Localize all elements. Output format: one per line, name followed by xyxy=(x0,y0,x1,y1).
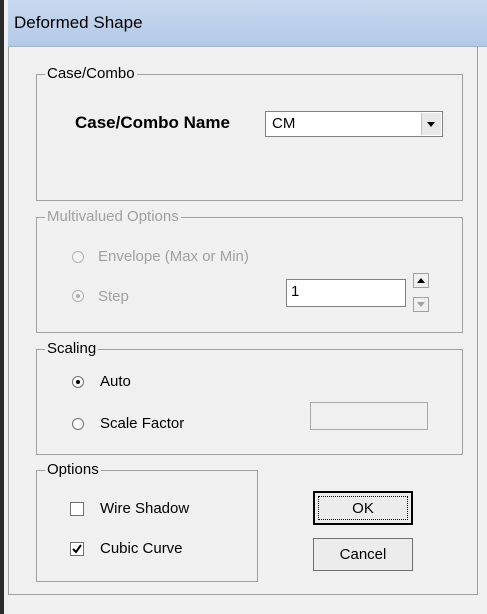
step-label: Step xyxy=(98,288,129,305)
auto-label: Auto xyxy=(100,373,131,390)
dropdown-arrow-button[interactable] xyxy=(421,113,441,135)
case-combo-name-dropdown[interactable]: CM xyxy=(265,111,443,137)
options-group: Options xyxy=(36,461,258,582)
cubic-curve-label: Cubic Curve xyxy=(100,540,183,557)
case-combo-selected-value: CM xyxy=(272,115,296,132)
window-title: Deformed Shape xyxy=(14,13,143,32)
cubic-curve-checkbox[interactable] xyxy=(70,542,84,556)
step-spin-up-button[interactable] xyxy=(413,273,429,288)
checkmark-icon xyxy=(72,544,82,554)
scaling-legend: Scaling xyxy=(45,340,99,358)
arrow-down-icon xyxy=(417,302,425,307)
cancel-button-label: Cancel xyxy=(339,546,387,563)
scale-factor-label: Scale Factor xyxy=(100,415,185,432)
title-bar[interactable]: Deformed Shape xyxy=(8,0,487,47)
step-spin-down-button[interactable] xyxy=(413,297,429,312)
ok-button[interactable]: OK xyxy=(313,491,413,525)
envelope-radio[interactable] xyxy=(72,251,84,263)
step-value: 1 xyxy=(291,283,300,300)
step-input[interactable]: 1 xyxy=(286,279,406,307)
scale-factor-radio[interactable] xyxy=(72,418,84,430)
case-combo-legend: Case/Combo xyxy=(45,65,137,83)
arrow-up-icon xyxy=(417,278,425,283)
wire-shadow-label: Wire Shadow xyxy=(100,500,190,517)
envelope-label: Envelope (Max or Min) xyxy=(98,248,249,265)
auto-radio[interactable] xyxy=(72,376,84,388)
scale-factor-input[interactable] xyxy=(310,402,428,430)
chevron-down-icon xyxy=(427,122,435,127)
ok-button-label: OK xyxy=(352,500,374,517)
case-combo-name-label: Case/Combo Name xyxy=(75,113,230,132)
options-legend: Options xyxy=(45,461,101,479)
multivalued-options-group: Multivalued Options xyxy=(36,208,463,333)
cancel-button[interactable]: Cancel xyxy=(313,538,413,571)
multivalued-options-legend: Multivalued Options xyxy=(45,208,181,226)
case-combo-group: Case/Combo xyxy=(36,65,463,201)
wire-shadow-checkbox[interactable] xyxy=(70,502,84,516)
step-radio[interactable] xyxy=(72,290,84,302)
